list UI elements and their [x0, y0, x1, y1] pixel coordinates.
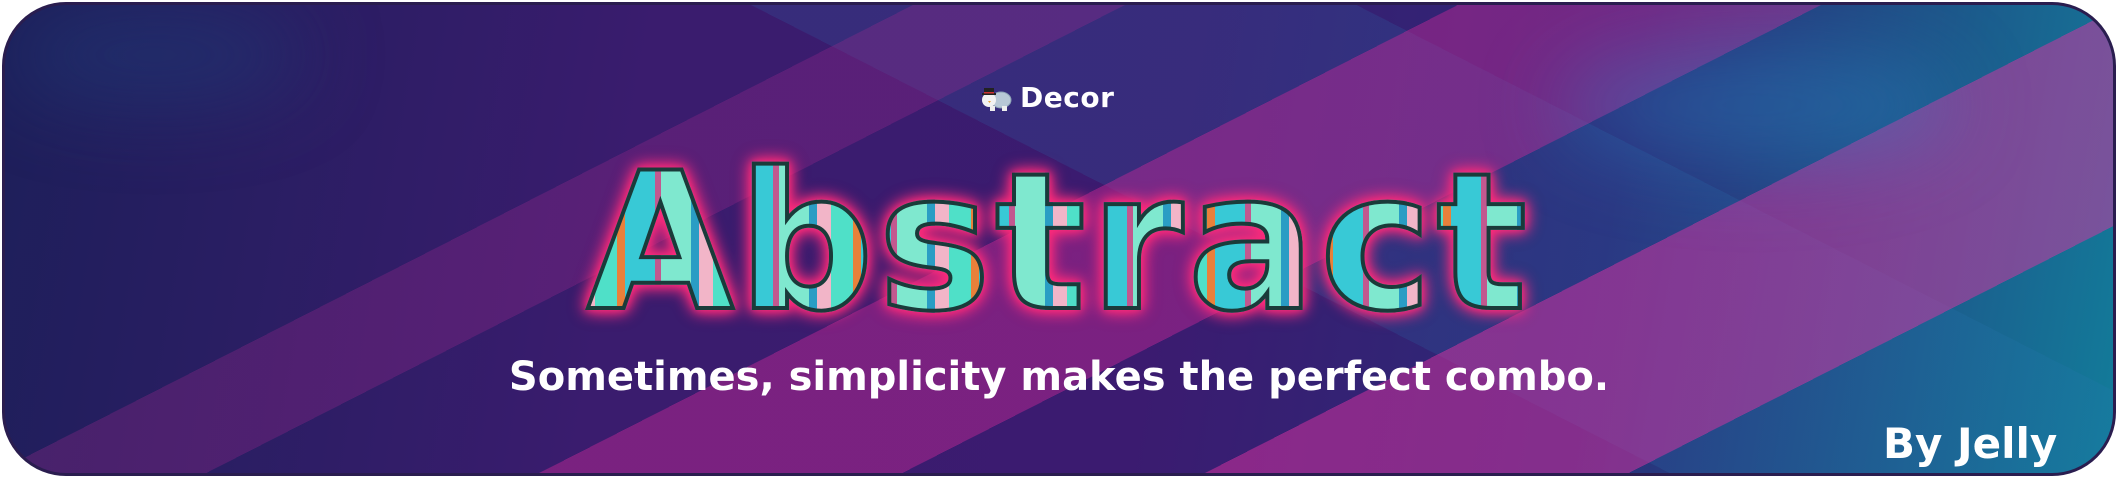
decorative-glow — [5, 5, 305, 105]
turtle-top-hat-icon — [982, 87, 1012, 111]
banner-title: Abstract — [5, 141, 2113, 345]
author-credit: By Jelly — [1883, 419, 2058, 468]
decor-banner: Decor Abstract Sometimes, simplicity mak… — [2, 2, 2116, 476]
brand: Decor — [980, 81, 1114, 114]
banner-subtitle: Sometimes, simplicity makes the perfect … — [508, 354, 1610, 400]
brand-label: Decor — [1020, 81, 1115, 114]
